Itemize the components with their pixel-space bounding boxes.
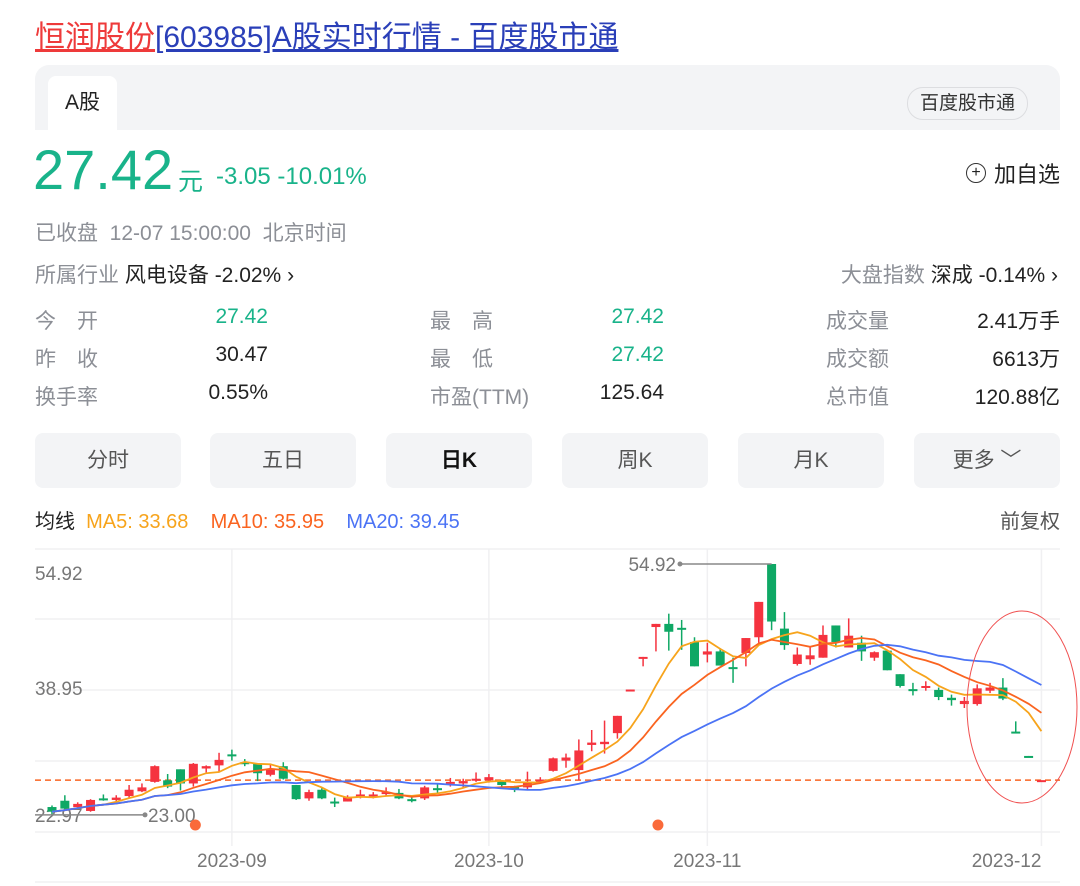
candle-body [330,801,340,804]
candle-body [921,685,931,688]
candle-body [715,651,725,666]
candle-body [947,697,956,701]
candle-body [908,689,918,692]
candle-body [934,689,944,697]
candle-body [227,754,237,757]
candle-body [677,627,687,630]
candle-body [548,758,558,771]
candle-body [484,777,494,781]
candle-body [137,787,147,792]
low-marker-label: 23.00 [148,806,196,827]
candle-body [201,766,211,769]
candle-body [985,687,995,691]
candle-body [98,798,108,801]
candle-body [882,650,892,671]
candle-body [291,785,301,800]
candle-body [600,741,610,745]
event-marker-dot [189,819,201,831]
low-marker-dot [142,812,148,818]
candle-body [754,601,764,638]
candle-body [625,689,635,692]
x-tick-label: 2023-12 [972,851,1042,872]
candle-body [111,797,121,800]
candle-body [895,674,905,686]
candle-body [304,792,314,799]
candle-body [471,778,481,781]
candle-body [767,564,777,622]
x-tick-label: 2023-11 [673,851,741,872]
candle-body [792,654,802,664]
kline-chart[interactable]: 2023-09 2023-10 2023-11 2023-1254.9238.9522… [0,0,1080,886]
candle-body [317,789,327,799]
x-tick-label: 2023-10 [454,851,524,872]
high-marker-dot [677,561,683,567]
candle-body [972,688,982,705]
candle-body [664,623,674,632]
candle-body [805,655,815,660]
candle-body [214,759,224,766]
candle-body [407,799,417,802]
candle-body [702,651,712,655]
candle-body [1011,731,1021,734]
candle-body [60,800,70,809]
candle-body [1024,755,1034,758]
y-tick-label: 38.95 [35,679,83,700]
candle-body [831,625,841,642]
high-marker-label: 54.92 [628,555,676,576]
candle-body [638,656,648,659]
ma10-line [51,637,1042,813]
candle-body [458,781,468,784]
candle-body [728,667,738,670]
candle-body [818,634,828,658]
x-tick-label: 2023-09 [197,851,267,872]
candle-body [651,623,661,628]
candle-body [150,766,160,782]
candle-body [587,742,597,745]
candle-body [561,757,571,761]
candle-body [869,652,879,658]
candle-body [124,789,134,797]
y-tick-label: 54.92 [35,564,83,585]
ma20-line [51,643,1042,813]
candle-body [690,641,699,667]
candle-body [612,715,622,734]
event-marker-dot [652,819,664,831]
candle-body [433,788,442,791]
candle-body [188,763,198,784]
candle-body [73,803,83,808]
candle-body [1036,780,1046,783]
